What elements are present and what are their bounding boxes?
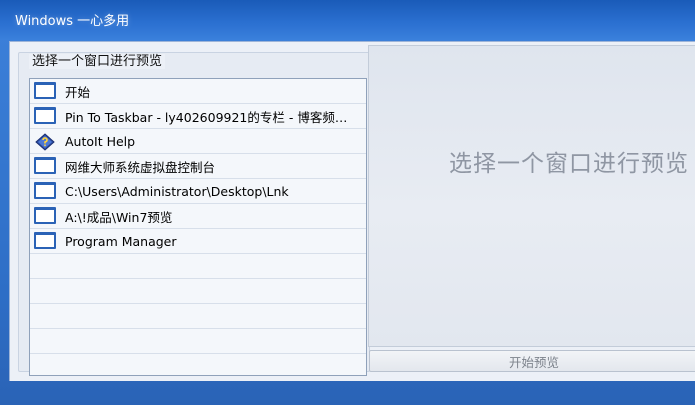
window-title-label: 开始 xyxy=(65,84,91,100)
window-icon xyxy=(34,206,58,226)
empty-row xyxy=(30,279,366,304)
start-preview-button[interactable]: 开始预览 xyxy=(369,350,695,372)
empty-row xyxy=(30,304,366,329)
window-icon xyxy=(34,231,58,251)
list-item[interactable]: Program Manager xyxy=(30,229,366,254)
client-area: 选择一个窗口进行预览 开始 Pin To Taskbar - ly4026099… xyxy=(9,41,695,381)
empty-row xyxy=(30,254,366,279)
start-preview-label: 开始预览 xyxy=(508,354,559,370)
group-label: 选择一个窗口进行预览 xyxy=(29,54,166,69)
window-icon xyxy=(34,156,58,176)
window-title-label: Program Manager xyxy=(65,233,177,249)
window-list[interactable]: 开始 Pin To Taskbar - ly402609921的专栏 - 博客频… xyxy=(29,78,367,376)
list-item[interactable]: AutoIt Help xyxy=(30,129,366,154)
list-item[interactable]: C:\Users\Administrator\Desktop\Lnk xyxy=(30,179,366,204)
window-select-group: 选择一个窗口进行预览 开始 Pin To Taskbar - ly4026099… xyxy=(18,52,370,376)
preview-placeholder: 选择一个窗口进行预览 xyxy=(449,151,689,177)
window-title-label: A:\!成品\Win7预览 xyxy=(65,209,173,225)
window-title-label: AutoIt Help xyxy=(65,133,136,149)
empty-row xyxy=(30,354,366,375)
window-title-label: 网维大师系统虚拟盘控制台 xyxy=(65,159,216,175)
empty-row xyxy=(30,329,366,354)
list-item[interactable]: A:\!成品\Win7预览 xyxy=(30,204,366,229)
preview-pane: 选择一个窗口进行预览 xyxy=(368,45,695,347)
list-item[interactable]: 网维大师系统虚拟盘控制台 xyxy=(30,154,366,179)
title-bar[interactable]: Windows 一心多用 xyxy=(0,0,695,40)
window-icon xyxy=(34,181,58,201)
window-icon xyxy=(34,106,58,126)
window-icon xyxy=(34,81,58,101)
help-book-icon xyxy=(34,132,58,151)
window-title-label: Pin To Taskbar - ly402609921的专栏 - 博客频道..… xyxy=(65,109,355,125)
list-item[interactable]: Pin To Taskbar - ly402609921的专栏 - 博客频道..… xyxy=(30,104,366,129)
list-item[interactable]: 开始 xyxy=(30,79,366,104)
window-title-label: C:\Users\Administrator\Desktop\Lnk xyxy=(65,183,289,199)
window-title: Windows 一心多用 xyxy=(15,14,130,29)
